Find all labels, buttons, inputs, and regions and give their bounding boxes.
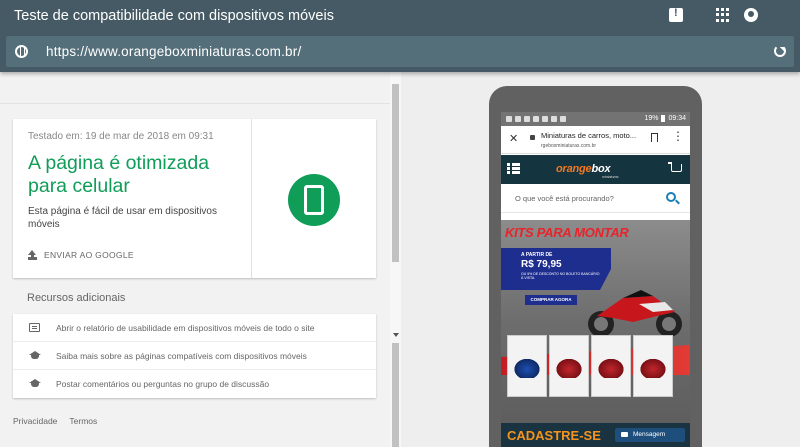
resources-list: Abrir o relatório de usabilidade em disp… bbox=[13, 314, 376, 398]
apps-grid-icon[interactable] bbox=[716, 8, 729, 22]
divider bbox=[0, 103, 390, 104]
terms-link[interactable]: Termos bbox=[69, 416, 97, 426]
kit-box bbox=[549, 335, 589, 397]
more-vert-icon[interactable]: ⋮ bbox=[672, 130, 684, 142]
school-icon bbox=[29, 379, 41, 388]
url-field[interactable]: https://www.orangeboxminiaturas.com.br/ bbox=[46, 44, 301, 59]
site-search[interactable]: O que você está procurando? bbox=[501, 184, 690, 213]
promo-banner[interactable]: KITS PARA MONTAR A PARTIR DE R$ 79,95 OU… bbox=[501, 220, 690, 447]
feedback-icon[interactable] bbox=[669, 7, 683, 22]
bookmark-icon[interactable] bbox=[651, 133, 658, 142]
mobile-friendly-icon bbox=[288, 174, 340, 226]
result-card: Testado em: 19 de mar de 2018 em 09:31 A… bbox=[13, 119, 376, 278]
battery-icon bbox=[661, 115, 666, 122]
lock-icon bbox=[530, 135, 535, 140]
school-icon bbox=[29, 351, 41, 360]
search-icon[interactable] bbox=[666, 192, 676, 202]
motorcycle-image bbox=[588, 290, 682, 337]
result-description: Esta página é fácil de usar em dispositi… bbox=[28, 206, 217, 230]
upload-icon bbox=[28, 250, 37, 260]
card-divider bbox=[251, 119, 252, 278]
globe-icon bbox=[15, 45, 28, 58]
report-icon bbox=[29, 323, 40, 332]
cart-icon[interactable] bbox=[668, 162, 682, 172]
scrollbar-thumb-lower[interactable] bbox=[392, 343, 399, 447]
time-text: 09:34 bbox=[668, 115, 686, 122]
price-tag: A PARTIR DE R$ 79,95 OU 5% DE DESCONTO N… bbox=[501, 248, 611, 290]
tested-on-text: Testado em: 19 de mar de 2018 em 09:31 bbox=[28, 131, 214, 142]
mobile-page-url: rgeboxminiaturas.com.br bbox=[541, 143, 597, 149]
resource-item-learn[interactable]: Saiba mais sobre as páginas compatíveis … bbox=[13, 342, 376, 370]
resource-item-discussion[interactable]: Postar comentários ou perguntas no grupo… bbox=[13, 370, 376, 398]
close-icon[interactable]: ✕ bbox=[509, 132, 518, 145]
resource-item-report[interactable]: Abrir o relatório de usabilidade em disp… bbox=[13, 314, 376, 342]
scrollbar-thumb[interactable] bbox=[392, 84, 399, 262]
phone-screen: 19% 09:34 ✕ Miniaturas de carros, moto..… bbox=[501, 112, 690, 447]
menu-icon[interactable] bbox=[507, 163, 520, 174]
kit-box bbox=[591, 335, 631, 397]
resource-label: Saiba mais sobre as páginas compatíveis … bbox=[56, 351, 307, 361]
reload-icon[interactable] bbox=[774, 45, 786, 57]
send-to-google-button[interactable]: ENVIAR AO GOOGLE bbox=[28, 250, 134, 260]
send-to-google-label: ENVIAR AO GOOGLE bbox=[44, 250, 134, 260]
mobile-page-title: Miniaturas de carros, moto... bbox=[541, 131, 637, 140]
search-input[interactable]: O que você está procurando? bbox=[515, 194, 614, 203]
site-header: orangebox miniaturas bbox=[501, 155, 690, 184]
resource-label: Abrir o relatório de usabilidade em disp… bbox=[56, 323, 315, 333]
battery-text: 19% bbox=[644, 115, 659, 122]
resources-title: Recursos adicionais bbox=[27, 292, 126, 304]
app-bar: Teste de compatibilidade com dispositivo… bbox=[0, 0, 800, 72]
kit-box bbox=[507, 335, 547, 397]
signup-link[interactable]: CADASTRE-SE bbox=[507, 428, 601, 443]
signup-bar: CADASTRE-SE Mensagem bbox=[501, 423, 690, 447]
results-panel: Testado em: 19 de mar de 2018 em 09:31 A… bbox=[0, 72, 390, 447]
kit-box bbox=[633, 335, 673, 397]
scroll-down-arrow[interactable] bbox=[393, 333, 399, 337]
account-icon[interactable] bbox=[744, 8, 758, 22]
privacy-link[interactable]: Privacidade bbox=[13, 416, 57, 426]
result-headline: A página é otimizada para celular bbox=[28, 152, 210, 197]
banner-title: KITS PARA MONTAR bbox=[505, 225, 629, 240]
message-button[interactable]: Mensagem bbox=[615, 428, 685, 442]
url-bar[interactable]: https://www.orangeboxminiaturas.com.br/ bbox=[6, 36, 794, 67]
site-logo[interactable]: orangebox miniaturas bbox=[556, 163, 619, 179]
mobile-browser-bar: ✕ Miniaturas de carros, moto... rgeboxmi… bbox=[501, 126, 690, 154]
buy-now-button[interactable]: COMPRAR AGORA bbox=[525, 295, 577, 305]
phone-status-bar: 19% 09:34 bbox=[501, 112, 690, 126]
footer: Privacidade Termos bbox=[13, 416, 97, 426]
resource-label: Postar comentários ou perguntas no grupo… bbox=[56, 379, 270, 389]
app-title: Teste de compatibilidade com dispositivo… bbox=[14, 8, 334, 24]
